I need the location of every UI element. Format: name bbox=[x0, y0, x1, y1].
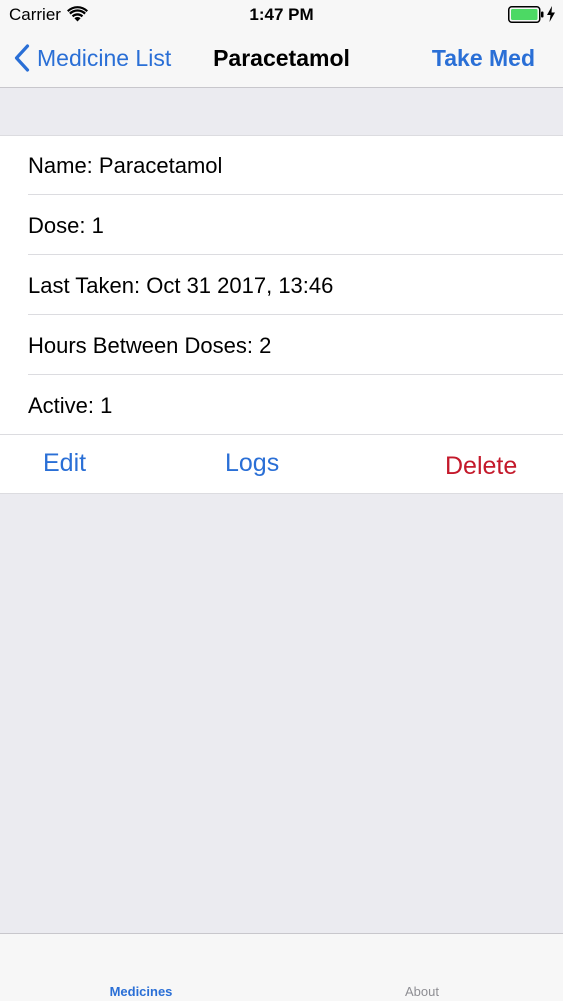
battery-icon bbox=[508, 6, 544, 23]
detail-active-label: Active: 1 bbox=[28, 393, 113, 418]
status-time: 1:47 PM bbox=[249, 5, 314, 24]
medicine-details-card: Name: Paracetamol Dose: 1 Last Taken: Oc… bbox=[0, 135, 563, 494]
row-separator bbox=[28, 314, 563, 315]
logs-button[interactable]: Logs bbox=[225, 448, 279, 478]
detail-dose-label: Dose: 1 bbox=[28, 213, 104, 238]
edit-button[interactable]: Edit bbox=[43, 448, 86, 478]
tab-medicines[interactable]: Medicines bbox=[81, 984, 201, 1000]
detail-row-name: Name: Paracetamol bbox=[0, 136, 563, 195]
tab-bar: Medicines About bbox=[0, 933, 563, 1001]
detail-row-hours-between: Hours Between Doses: 2 bbox=[0, 316, 563, 375]
detail-row-active: Active: 1 bbox=[0, 376, 563, 435]
detail-row-last-taken: Last Taken: Oct 31 2017, 13:46 bbox=[0, 256, 563, 315]
tab-about[interactable]: About bbox=[362, 984, 482, 1000]
navigation-bar: Medicine List Paracetamol Take Med bbox=[0, 30, 563, 88]
detail-hours-between-label: Hours Between Doses: 2 bbox=[28, 333, 272, 358]
delete-button[interactable]: Delete bbox=[445, 451, 517, 481]
row-separator bbox=[28, 374, 563, 375]
bolt-icon bbox=[547, 6, 555, 22]
detail-last-taken-label: Last Taken: Oct 31 2017, 13:46 bbox=[28, 273, 334, 298]
take-med-button[interactable]: Take Med bbox=[432, 44, 535, 72]
action-row: Edit Logs Delete bbox=[0, 435, 563, 492]
detail-name-label: Name: Paracetamol bbox=[28, 153, 223, 178]
row-separator bbox=[28, 254, 563, 255]
status-bar: Carrier 1:47 PM bbox=[0, 0, 563, 30]
row-separator bbox=[28, 194, 563, 195]
detail-row-dose: Dose: 1 bbox=[0, 196, 563, 255]
